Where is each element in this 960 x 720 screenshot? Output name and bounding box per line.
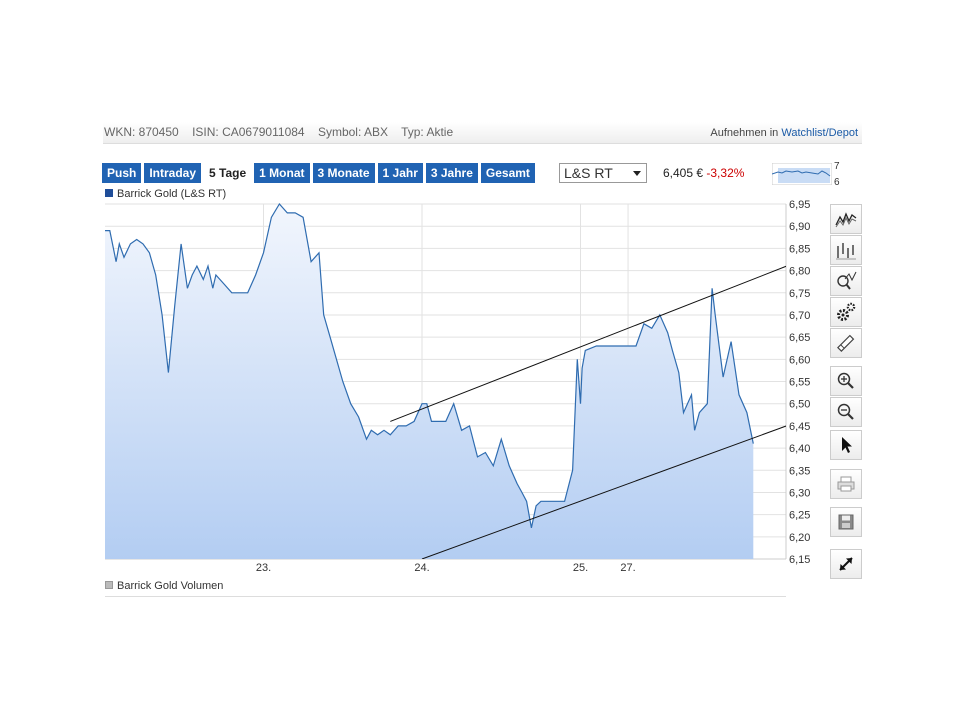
y-tick-label: 6,65 <box>789 332 810 344</box>
x-tick-label: 23. <box>256 562 271 574</box>
y-tick-label: 6,80 <box>789 266 810 278</box>
y-tick-label: 6,75 <box>789 288 810 300</box>
y-tick-label: 6,35 <box>789 465 810 477</box>
print-button[interactable] <box>830 469 862 499</box>
x-tick-label: 25. <box>573 562 588 574</box>
volume-separator <box>105 596 786 597</box>
x-tick-label: 27. <box>620 562 635 574</box>
y-tick-label: 6,15 <box>789 554 810 566</box>
draw-button[interactable] <box>830 328 862 358</box>
y-tick-label: 6,95 <box>789 199 810 211</box>
y-tick-label: 6,50 <box>789 399 810 411</box>
save-icon <box>838 514 854 530</box>
volume-legend: Barrick Gold Volumen <box>105 580 223 592</box>
x-tick-label: 24. <box>414 562 429 574</box>
volume-legend-swatch <box>105 581 113 589</box>
settings-button[interactable] <box>830 297 862 327</box>
zoom-in-button[interactable] <box>830 366 862 396</box>
y-tick-label: 6,70 <box>789 310 810 322</box>
y-tick-label: 6,45 <box>789 421 810 433</box>
y-tick-label: 6,25 <box>789 510 810 522</box>
mini-chart-bottom-label: 6 <box>834 177 840 188</box>
print-icon <box>837 476 855 492</box>
indicator-icon <box>837 271 857 290</box>
y-tick-label: 6,30 <box>789 487 810 499</box>
save-button[interactable] <box>830 507 862 537</box>
y-tick-label: 6,85 <box>789 243 810 255</box>
cursor-icon <box>842 437 852 453</box>
price-chart[interactable]: 6,15 6,20 6,25 6,30 6,35 6,40 6,45 6,50 6,55 6,60… <box>0 0 830 600</box>
indicator-button[interactable] <box>830 266 862 296</box>
y-tick-label: 6,55 <box>789 377 810 389</box>
fullscreen-button[interactable] <box>830 549 862 579</box>
zoom-out-button[interactable] <box>830 397 862 427</box>
draw-pen-icon <box>837 334 855 352</box>
settings-icon <box>837 302 856 321</box>
ohlc-chart-button[interactable] <box>830 235 862 265</box>
zoom-out-icon <box>837 403 854 420</box>
fullscreen-icon <box>839 557 853 571</box>
zoom-in-icon <box>837 372 854 389</box>
volume-legend-label: Barrick Gold Volumen <box>117 580 224 592</box>
y-tick-label: 6,60 <box>789 354 810 366</box>
mini-chart-top-label: 7 <box>834 161 840 172</box>
y-tick-label: 6,20 <box>789 532 810 544</box>
line-chart-icon <box>835 212 857 228</box>
line-chart-button[interactable] <box>830 204 862 234</box>
y-tick-label: 6,40 <box>789 443 810 455</box>
ohlc-chart-icon <box>836 243 856 260</box>
y-tick-label: 6,90 <box>789 221 810 233</box>
cursor-button[interactable] <box>830 430 862 460</box>
